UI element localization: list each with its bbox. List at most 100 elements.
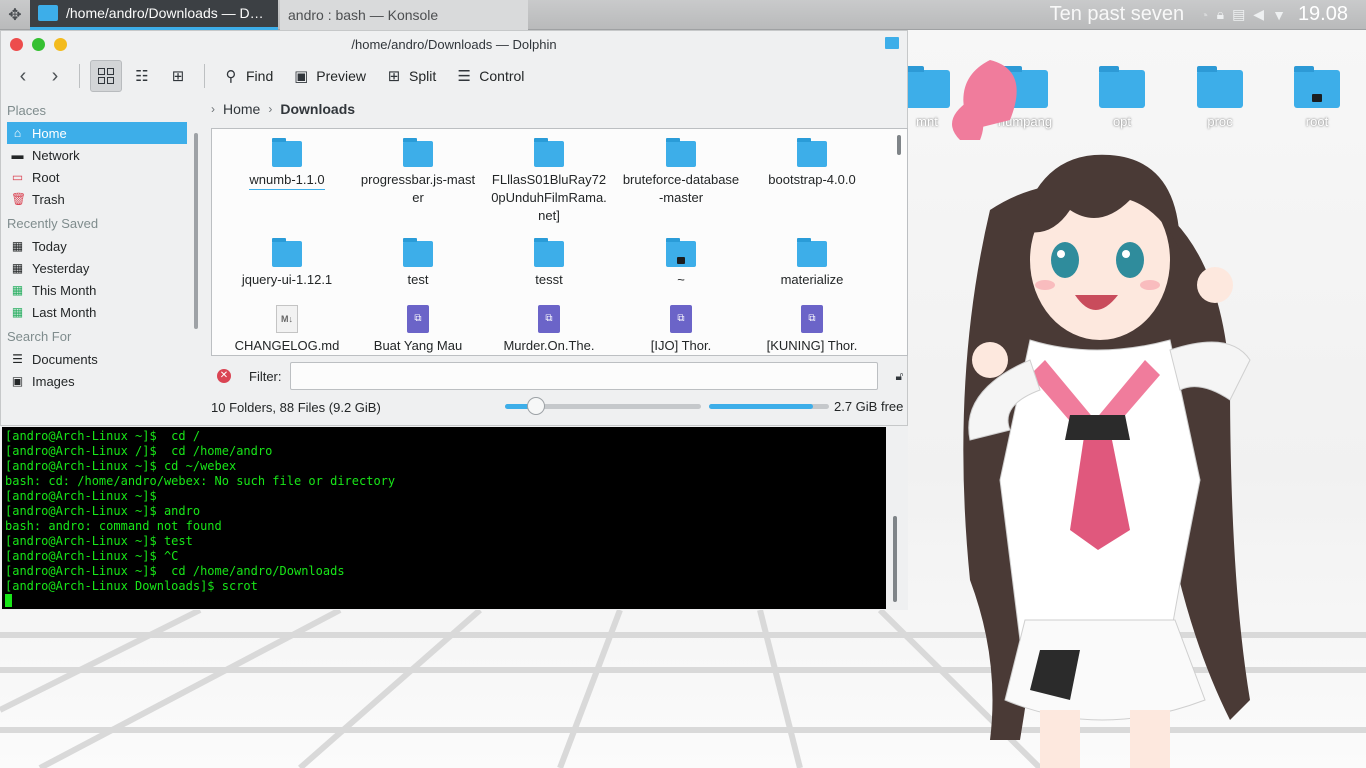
places-item-images[interactable]: ▣ Images [7,370,187,392]
places-item-today[interactable]: ▦ Today [7,235,187,257]
file-label: tesst [535,272,563,287]
places-item-home[interactable]: ⌂ Home [7,122,187,144]
places-item-label: Trash [32,191,65,207]
video-file-icon: ⧉ [801,305,823,333]
toolbar-separator [204,64,205,88]
wifi-icon[interactable]: ◔ [1200,7,1208,23]
places-item-label: Last Month [32,304,97,320]
details-view-button[interactable]: ⊞ [162,60,194,92]
task-konsole[interactable]: > andro : bash — Konsole [0,0,908,610]
task-dolphin[interactable]: /home/andro/Downloads — Dolp... [30,0,278,30]
clipboard-icon[interactable]: ▤ [1232,6,1245,23]
folder-icon [403,238,433,267]
terminal-line: [andro@Arch-Linux ~]$ [5,489,157,503]
lock-filter-icon[interactable]: 🔓︎ [896,369,904,384]
find-label: Find [246,68,274,84]
file-view[interactable]: wnumb-1.1.0 progressbar.js-master FLllas… [211,128,908,356]
trash-icon: 🗑︎ [11,192,27,206]
calendar-icon: ▦ [11,305,24,319]
video-file-icon: ⧉ [670,305,692,333]
places-item-network[interactable]: ▬ Network [7,144,187,166]
places-item-yesterday[interactable]: ▦ Yesterday [7,257,187,279]
recently-saved-heading: Recently Saved [7,216,99,231]
places-panel: Places ⌂ Home ▬ Network ▭ Root 🗑︎ Trash … [1,97,201,415]
fuzzy-clock[interactable]: Ten past seven [1050,3,1185,26]
file-item-murder[interactable]: ⧉ Murder.On.The. [490,305,608,355]
places-item-trash[interactable]: 🗑︎ Trash [7,188,187,210]
terminal-line: [andro@Arch-Linux Downloads]$ scrot [5,579,258,593]
file-item-ijo-thor[interactable]: ⧉ [IJO] Thor. [622,305,740,355]
file-view-scrollbar[interactable] [897,135,901,155]
icons-view-button[interactable] [90,60,122,92]
terminal-cursor [5,594,12,607]
file-label: [IJO] Thor. [650,338,712,353]
control-button[interactable]: ☰ Control [448,61,532,91]
top-panel: ✥ /home/andro/Downloads — Dolp... > andr… [0,0,1366,610]
icons-view-icon [98,68,114,84]
file-item-flllass[interactable]: FLllasS01BluRay720pUnduhFilmRama.net] [490,138,608,225]
terminal-line: [andro@Arch-Linux ~]$ test [5,534,193,548]
anime-character-wallpaper [952,60,1251,768]
file-item-test[interactable]: test [359,238,477,289]
dolphin-titlebar[interactable]: /home/andro/Downloads — Dolphin [1,31,907,57]
digital-clock[interactable]: 19.08 [1298,3,1348,26]
preview-button[interactable]: ▣ Preview [285,61,374,91]
places-scrollbar[interactable] [194,133,198,329]
compact-view-button[interactable]: ☷ [126,60,158,92]
calendar-icon: ▦ [11,239,24,253]
file-item-bootstrap[interactable]: bootstrap-4.0.0 [753,138,871,189]
file-item-kuning-thor[interactable]: ⧉ [KUNING] Thor. [753,305,871,355]
zoom-slider-handle[interactable] [527,397,546,415]
dolphin-window: /home/andro/Downloads — Dolphin ‹ › ☷ ⊞ … [0,30,908,426]
terminal-scrollbar[interactable] [893,516,897,602]
file-item-progressbar[interactable]: progressbar.js-master [359,138,477,207]
launcher-icon: ✥ [8,6,22,24]
calendar-icon: ▦ [11,261,24,275]
dolphin-toolbar: ‹ › ☷ ⊞ ⚲ Find ▣ Preview ⊞ Split ☰ Contr… [1,57,907,95]
minimize-button[interactable] [54,37,67,51]
places-item-label: Documents [32,351,98,367]
file-item-tilde[interactable]: ~ [622,238,740,289]
folder-icon [534,238,564,267]
breadcrumb: › Home › Downloads [211,97,355,121]
forward-button[interactable]: › [41,61,69,91]
maximize-button[interactable] [32,37,45,51]
free-space-bar [709,404,829,409]
volume-icon[interactable]: ◀ [1253,6,1264,23]
file-item-bruteforce[interactable]: bruteforce-database-master [622,138,740,207]
file-item-tesst[interactable]: tesst [490,238,608,289]
desktop-icon-root[interactable]: root [1272,66,1362,129]
split-button[interactable]: ⊞ Split [378,61,444,91]
back-button[interactable]: ‹ [9,61,37,91]
free-space-label: 2.7 GiB free [834,399,904,414]
clear-filter-icon[interactable]: ✕ [217,369,231,383]
breadcrumb-downloads[interactable]: Downloads [280,101,355,117]
filter-input[interactable] [289,362,878,390]
file-item-jquery-ui[interactable]: jquery-ui-1.12.1 [228,238,346,289]
terminal-output[interactable]: [andro@Arch-Linux ~]$ cd / [andro@Arch-Li… [2,427,886,609]
lock-icon[interactable]: 🔒︎ [1217,6,1224,23]
expand-arrow-icon[interactable]: ▼ [1272,7,1286,23]
network-icon: ▬ [11,148,24,162]
places-item-last-month[interactable]: ▦ Last Month [7,301,187,323]
file-label: CHANGELOG.md [234,338,340,353]
breadcrumb-home[interactable]: Home [223,101,260,117]
places-item-documents[interactable]: ☰ Documents [7,348,187,370]
home-icon: ⌂ [13,126,22,140]
close-button[interactable] [10,37,23,51]
file-item-buat-yang-mau[interactable]: ⧉ Buat Yang Mau [359,305,477,355]
file-item-changelog[interactable]: M↓ CHANGELOG.md [228,305,346,355]
status-summary: 10 Folders, 88 Files (9.2 GiB) [211,399,381,415]
application-launcher-button[interactable]: ✥ [0,0,30,30]
file-item-materialize[interactable]: materialize [753,238,871,289]
places-item-label: This Month [32,282,97,298]
places-item-root[interactable]: ▭ Root [7,166,187,188]
split-label: Split [409,68,437,84]
window-title: /home/andro/Downloads — Dolphin [351,36,557,52]
places-item-this-month[interactable]: ▦ This Month [7,279,187,301]
file-item-wnumb[interactable]: wnumb-1.1.0 [228,138,346,190]
zoom-slider[interactable] [505,397,701,415]
find-button[interactable]: ⚲ Find [215,61,281,91]
documents-icon: ☰ [12,352,23,366]
folder-icon [403,138,433,167]
